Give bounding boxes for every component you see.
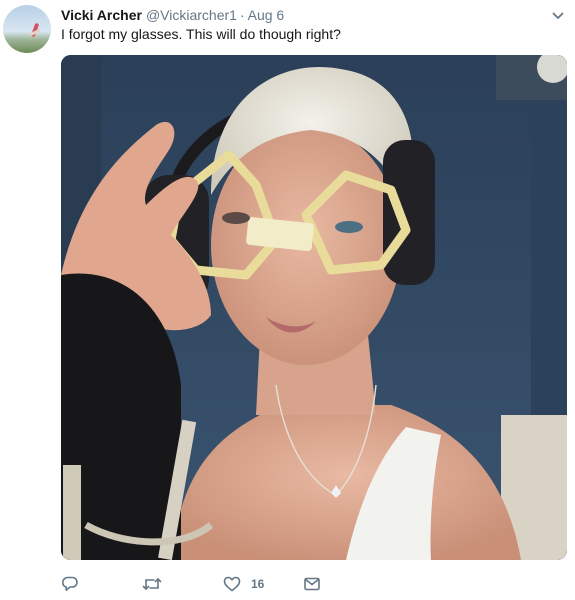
author-handle[interactable]: @Vickiarcher1: [146, 7, 237, 23]
direct-message-button[interactable]: [303, 573, 321, 595]
tweet-photo[interactable]: [61, 55, 567, 560]
retweet-button[interactable]: [142, 573, 162, 595]
like-count: 16: [251, 577, 265, 591]
reply-icon: [62, 576, 78, 591]
author-name[interactable]: Vicki Archer: [61, 7, 142, 23]
tweet-date[interactable]: Aug 6: [248, 7, 285, 23]
tweet-header: Vicki Archer @Vickiarcher1 · Aug 6: [61, 6, 284, 24]
tweet-text: I forgot my glasses. This will do though…: [61, 26, 341, 42]
header-separator: ·: [239, 7, 245, 23]
avatar[interactable]: [3, 5, 51, 53]
like-button[interactable]: 16: [223, 573, 264, 595]
envelope-icon: [304, 577, 320, 591]
reply-button[interactable]: [61, 573, 79, 595]
retweet-icon: [142, 578, 162, 590]
heart-icon: [223, 576, 241, 592]
photo-illustration: [61, 55, 567, 560]
tweet-actions: 16: [61, 573, 461, 595]
chevron-down-icon[interactable]: [552, 10, 564, 22]
tweet: Vicki Archer @Vickiarcher1 · Aug 6 I forgot…: [0, 0, 575, 600]
